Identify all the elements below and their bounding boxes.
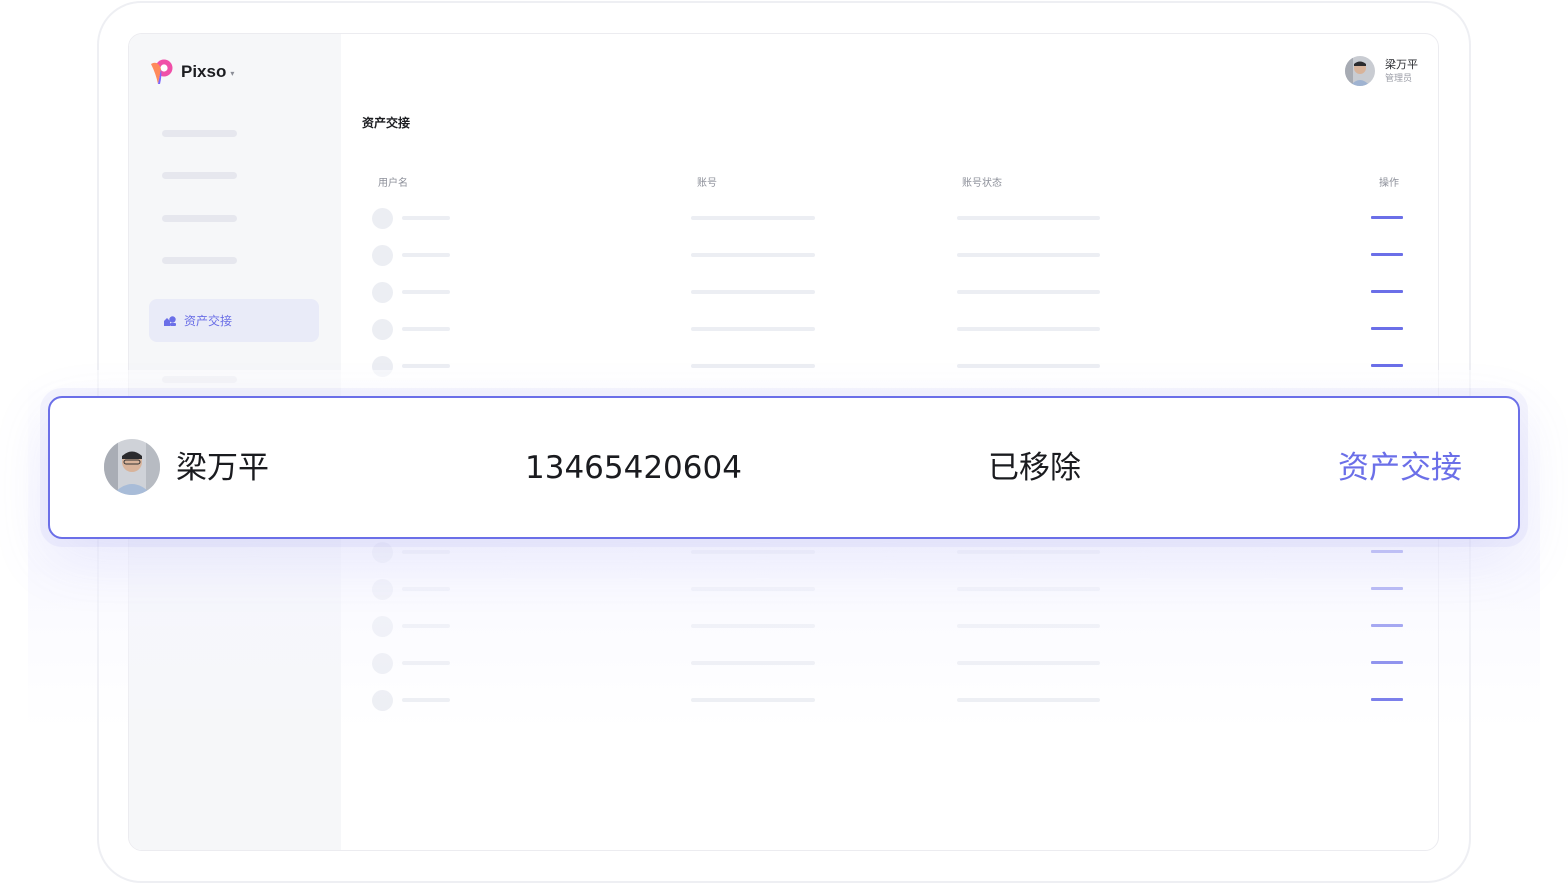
avatar-placeholder [372,208,393,229]
row-account: 13465420604 [525,450,742,486]
table-row[interactable] [129,319,1438,340]
text-placeholder [957,698,1100,702]
text-placeholder [691,253,815,257]
action-link-placeholder[interactable] [1371,327,1403,330]
text-placeholder [957,624,1100,628]
text-placeholder [957,290,1100,294]
page-title: 资产交接 [362,116,411,130]
action-link-placeholder[interactable] [1371,216,1403,219]
text-placeholder [691,290,815,294]
table-row[interactable] [129,282,1438,303]
action-link-placeholder[interactable] [1371,698,1403,701]
action-link-placeholder[interactable] [1371,587,1403,590]
text-placeholder [402,624,450,628]
text-placeholder [691,661,815,665]
text-placeholder [402,550,450,554]
avatar-placeholder [372,616,393,637]
text-placeholder [691,698,815,702]
text-placeholder [402,216,450,220]
text-placeholder [691,216,815,220]
action-link-placeholder[interactable] [1371,253,1403,256]
text-placeholder [957,364,1100,368]
action-link-placeholder[interactable] [1371,624,1403,627]
table-row[interactable] [129,653,1438,674]
text-placeholder [957,216,1100,220]
chevron-down-icon[interactable]: ▾ [230,69,234,78]
table-row[interactable] [129,356,1438,377]
avatar [1345,56,1375,86]
avatar-placeholder [372,356,393,377]
avatar-placeholder [372,690,393,711]
text-placeholder [691,327,815,331]
brand-name: Pixso [181,62,227,81]
current-user[interactable]: 梁万平 管理员 [1345,56,1418,86]
sidebar-item-placeholder[interactable] [162,130,237,137]
sidebar-item-placeholder[interactable] [162,376,237,383]
user-name: 梁万平 [1385,57,1418,71]
asset-handover-link[interactable]: 资产交接 [1338,448,1462,488]
avatar [104,439,160,495]
row-status: 已移除 [988,450,1081,486]
column-header-status: 账号状态 [962,178,1002,189]
text-placeholder [691,364,815,368]
row-username: 梁万平 [176,450,269,486]
column-header-account: 账号 [697,178,717,189]
highlighted-table-row[interactable]: 梁万平 13465420604 已移除 资产交接 [48,396,1520,539]
column-header-username: 用户名 [378,178,408,189]
action-link-placeholder[interactable] [1371,661,1403,664]
table-row[interactable] [129,208,1438,229]
text-placeholder [957,253,1100,257]
text-placeholder [691,624,815,628]
text-placeholder [957,587,1100,591]
pixso-logo-icon [151,59,173,84]
avatar-placeholder [372,579,393,600]
text-placeholder [402,661,450,665]
table-row[interactable] [129,245,1438,266]
user-role: 管理员 [1385,73,1413,84]
avatar-placeholder [372,653,393,674]
table-row[interactable] [129,616,1438,637]
sidebar-item-placeholder[interactable] [162,172,237,179]
table-row[interactable] [129,542,1438,563]
brand-logo[interactable]: Pixso ▾ [149,58,234,86]
text-placeholder [402,698,450,702]
column-header-actions: 操作 [1379,178,1399,189]
action-link-placeholder[interactable] [1371,290,1403,293]
table-row[interactable] [129,690,1438,711]
avatar-placeholder [372,245,393,266]
avatar-placeholder [372,282,393,303]
text-placeholder [957,550,1100,554]
text-placeholder [402,327,450,331]
text-placeholder [402,364,450,368]
action-link-placeholder[interactable] [1371,364,1403,367]
avatar-placeholder [372,542,393,563]
text-placeholder [402,253,450,257]
action-link-placeholder[interactable] [1371,550,1403,553]
text-placeholder [957,661,1100,665]
text-placeholder [402,290,450,294]
text-placeholder [402,587,450,591]
text-placeholder [957,327,1100,331]
table-row[interactable] [129,579,1438,600]
avatar-placeholder [372,319,393,340]
text-placeholder [691,550,815,554]
text-placeholder [691,587,815,591]
